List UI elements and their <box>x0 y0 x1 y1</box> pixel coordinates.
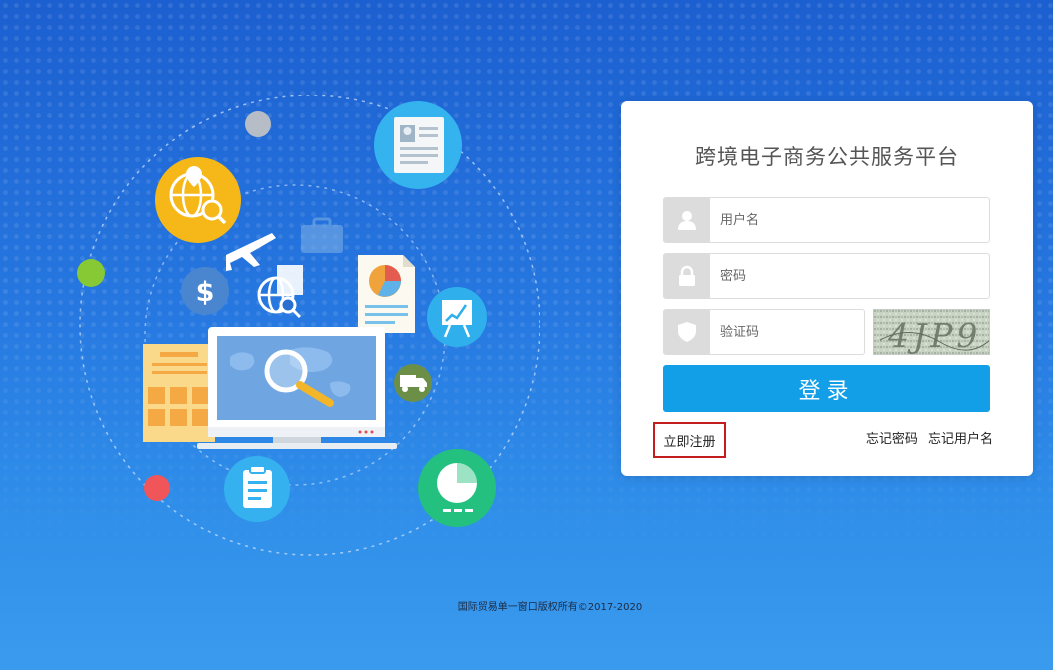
svg-text:$: $ <box>196 277 215 308</box>
invoice-document-icon <box>143 344 215 442</box>
truck-icon <box>394 364 432 402</box>
username-input[interactable] <box>720 198 975 242</box>
password-input[interactable] <box>720 254 975 298</box>
dollar-icon: $ <box>181 267 229 315</box>
shield-icon <box>664 310 710 354</box>
dot-red <box>144 475 170 501</box>
globe-search-icon <box>155 157 241 243</box>
monitor-icon <box>197 327 397 449</box>
username-field[interactable] <box>663 197 990 243</box>
forgot-links: 忘记密码 忘记用户名 <box>860 428 993 447</box>
dot-green <box>77 259 105 287</box>
globe-document-icon <box>257 265 303 319</box>
user-icon <box>664 198 710 242</box>
captcha-text: 4JP9 <box>887 316 981 355</box>
platform-title: 跨境电子商务公共服务平台 <box>695 145 959 169</box>
document-icon <box>374 101 462 189</box>
captcha-field[interactable] <box>663 309 865 355</box>
presentation-chart-icon <box>427 287 487 347</box>
pie-chart-icon <box>418 449 496 527</box>
register-link[interactable]: 立即注册 <box>653 422 726 458</box>
hero-illustration: $ <box>77 95 540 556</box>
login-button[interactable]: 登录 <box>663 365 990 412</box>
captcha-image[interactable]: 4JP9 <box>873 309 990 355</box>
pie-document-icon <box>358 255 415 333</box>
clipboard-icon <box>224 456 290 522</box>
copyright-footer: 国际贸易单一窗口版权所有©2017-2020 <box>457 602 643 613</box>
password-field[interactable] <box>663 253 990 299</box>
forgot-username-link[interactable]: 忘记用户名 <box>928 432 993 447</box>
captcha-input[interactable] <box>720 310 860 354</box>
forgot-password-link[interactable]: 忘记密码 <box>866 432 918 447</box>
dot-grey <box>245 111 271 137</box>
lock-icon <box>664 254 710 298</box>
login-card: 跨境电子商务公共服务平台 4J <box>621 101 1033 476</box>
airplane-icon <box>226 233 276 271</box>
briefcase-icon <box>301 217 343 253</box>
